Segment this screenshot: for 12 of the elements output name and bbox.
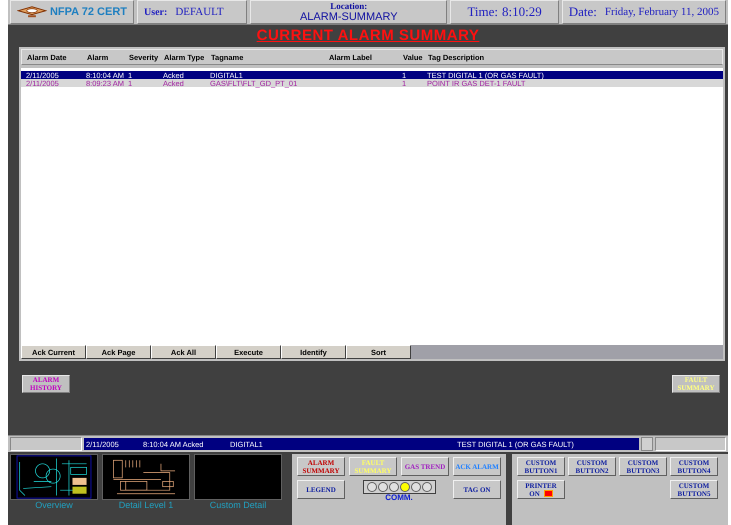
date-label: Date:: [568, 4, 597, 20]
location-label: Location:: [330, 1, 368, 11]
user-name: DEFAULT: [175, 6, 224, 18]
time-label: Time:: [467, 4, 498, 20]
logo-text: NFPA 72 CERT: [50, 6, 127, 18]
date-value: Friday, February 11, 2005: [604, 6, 719, 18]
scroll-spinner-icon[interactable]: [641, 437, 653, 451]
location-value: ALARM-SUMMARY: [300, 11, 398, 23]
page-title: CURRENT ALARM SUMMARY: [256, 27, 480, 44]
user-label: User:: [144, 6, 168, 18]
comm-label: COMM.: [385, 494, 413, 502]
time-value: 8:10:29: [502, 4, 542, 20]
